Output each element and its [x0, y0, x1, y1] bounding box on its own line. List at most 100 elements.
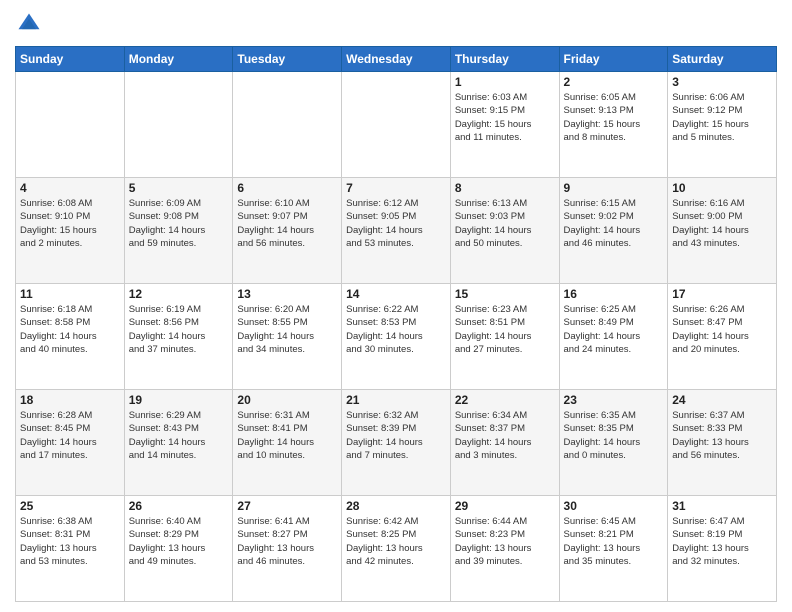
- weekday-header-saturday: Saturday: [668, 47, 777, 72]
- day-cell-14: 14 Sunrise: 6:22 AM Sunset: 8:53 PM Dayli…: [342, 284, 451, 390]
- day-number-23: 23: [564, 393, 664, 407]
- day-number-7: 7: [346, 181, 446, 195]
- day-info-13: Sunrise: 6:20 AM Sunset: 8:55 PM Dayligh…: [237, 303, 337, 356]
- day-cell-26: 26 Sunrise: 6:40 AM Sunset: 8:29 PM Dayli…: [124, 496, 233, 602]
- day-cell-3: 3 Sunrise: 6:06 AM Sunset: 9:12 PM Daylig…: [668, 72, 777, 178]
- day-number-28: 28: [346, 499, 446, 513]
- day-info-8: Sunrise: 6:13 AM Sunset: 9:03 PM Dayligh…: [455, 197, 555, 250]
- day-number-10: 10: [672, 181, 772, 195]
- day-info-30: Sunrise: 6:45 AM Sunset: 8:21 PM Dayligh…: [564, 515, 664, 568]
- day-info-2: Sunrise: 6:05 AM Sunset: 9:13 PM Dayligh…: [564, 91, 664, 144]
- day-cell-23: 23 Sunrise: 6:35 AM Sunset: 8:35 PM Dayli…: [559, 390, 668, 496]
- day-cell-15: 15 Sunrise: 6:23 AM Sunset: 8:51 PM Dayli…: [450, 284, 559, 390]
- day-number-4: 4: [20, 181, 120, 195]
- day-number-21: 21: [346, 393, 446, 407]
- day-info-25: Sunrise: 6:38 AM Sunset: 8:31 PM Dayligh…: [20, 515, 120, 568]
- day-cell-1: 1 Sunrise: 6:03 AM Sunset: 9:15 PM Daylig…: [450, 72, 559, 178]
- day-number-22: 22: [455, 393, 555, 407]
- day-info-27: Sunrise: 6:41 AM Sunset: 8:27 PM Dayligh…: [237, 515, 337, 568]
- day-cell-22: 22 Sunrise: 6:34 AM Sunset: 8:37 PM Dayli…: [450, 390, 559, 496]
- day-cell-11: 11Sunrise: 6:18 AM Sunset: 8:58 PM Dayli…: [16, 284, 125, 390]
- day-number-1: 1: [455, 75, 555, 89]
- day-info-15: Sunrise: 6:23 AM Sunset: 8:51 PM Dayligh…: [455, 303, 555, 356]
- day-cell-10: 10 Sunrise: 6:16 AM Sunset: 9:00 PM Dayli…: [668, 178, 777, 284]
- calendar-table: SundayMondayTuesdayWednesdayThursdayFrid…: [15, 46, 777, 602]
- day-info-10: Sunrise: 6:16 AM Sunset: 9:00 PM Dayligh…: [672, 197, 772, 250]
- day-number-11: 11: [20, 287, 120, 301]
- week-row-2: 4 Sunrise: 6:08 AM Sunset: 9:10 PM Daylig…: [16, 178, 777, 284]
- day-cell-5: 5 Sunrise: 6:09 AM Sunset: 9:08 PM Daylig…: [124, 178, 233, 284]
- weekday-header-sunday: Sunday: [16, 47, 125, 72]
- day-info-26: Sunrise: 6:40 AM Sunset: 8:29 PM Dayligh…: [129, 515, 229, 568]
- day-info-24: Sunrise: 6:37 AM Sunset: 8:33 PM Dayligh…: [672, 409, 772, 462]
- day-number-17: 17: [672, 287, 772, 301]
- day-info-29: Sunrise: 6:44 AM Sunset: 8:23 PM Dayligh…: [455, 515, 555, 568]
- day-number-13: 13: [237, 287, 337, 301]
- weekday-header-wednesday: Wednesday: [342, 47, 451, 72]
- day-number-9: 9: [564, 181, 664, 195]
- day-cell-20: 20Sunrise: 6:31 AM Sunset: 8:41 PM Dayli…: [233, 390, 342, 496]
- day-info-17: Sunrise: 6:26 AM Sunset: 8:47 PM Dayligh…: [672, 303, 772, 356]
- day-info-22: Sunrise: 6:34 AM Sunset: 8:37 PM Dayligh…: [455, 409, 555, 462]
- day-number-16: 16: [564, 287, 664, 301]
- day-number-15: 15: [455, 287, 555, 301]
- day-cell-31: 31Sunrise: 6:47 AM Sunset: 8:19 PM Dayli…: [668, 496, 777, 602]
- day-info-23: Sunrise: 6:35 AM Sunset: 8:35 PM Dayligh…: [564, 409, 664, 462]
- day-cell-29: 29 Sunrise: 6:44 AM Sunset: 8:23 PM Dayli…: [450, 496, 559, 602]
- empty-cell: [16, 72, 125, 178]
- day-number-8: 8: [455, 181, 555, 195]
- day-number-5: 5: [129, 181, 229, 195]
- week-row-5: 25 Sunrise: 6:38 AM Sunset: 8:31 PM Dayli…: [16, 496, 777, 602]
- day-number-30: 30: [564, 499, 664, 513]
- empty-cell: [233, 72, 342, 178]
- day-number-6: 6: [237, 181, 337, 195]
- weekday-header-monday: Monday: [124, 47, 233, 72]
- day-number-3: 3: [672, 75, 772, 89]
- day-cell-6: 6Sunrise: 6:10 AM Sunset: 9:07 PM Daylig…: [233, 178, 342, 284]
- day-number-25: 25: [20, 499, 120, 513]
- day-number-14: 14: [346, 287, 446, 301]
- weekday-header-tuesday: Tuesday: [233, 47, 342, 72]
- day-number-2: 2: [564, 75, 664, 89]
- day-info-1: Sunrise: 6:03 AM Sunset: 9:15 PM Dayligh…: [455, 91, 555, 144]
- day-number-29: 29: [455, 499, 555, 513]
- day-cell-28: 28 Sunrise: 6:42 AM Sunset: 8:25 PM Dayli…: [342, 496, 451, 602]
- weekday-header-row: SundayMondayTuesdayWednesdayThursdayFrid…: [16, 47, 777, 72]
- day-cell-30: 30 Sunrise: 6:45 AM Sunset: 8:21 PM Dayli…: [559, 496, 668, 602]
- day-cell-12: 12 Sunrise: 6:19 AM Sunset: 8:56 PM Dayli…: [124, 284, 233, 390]
- day-info-28: Sunrise: 6:42 AM Sunset: 8:25 PM Dayligh…: [346, 515, 446, 568]
- day-cell-24: 24 Sunrise: 6:37 AM Sunset: 8:33 PM Dayli…: [668, 390, 777, 496]
- day-cell-2: 2 Sunrise: 6:05 AM Sunset: 9:13 PM Daylig…: [559, 72, 668, 178]
- day-cell-27: 27 Sunrise: 6:41 AM Sunset: 8:27 PM Dayli…: [233, 496, 342, 602]
- day-info-3: Sunrise: 6:06 AM Sunset: 9:12 PM Dayligh…: [672, 91, 772, 144]
- logo: [15, 10, 47, 38]
- day-cell-21: 21Sunrise: 6:32 AM Sunset: 8:39 PM Dayli…: [342, 390, 451, 496]
- day-info-14: Sunrise: 6:22 AM Sunset: 8:53 PM Dayligh…: [346, 303, 446, 356]
- weekday-header-friday: Friday: [559, 47, 668, 72]
- day-cell-13: 13 Sunrise: 6:20 AM Sunset: 8:55 PM Dayli…: [233, 284, 342, 390]
- day-number-18: 18: [20, 393, 120, 407]
- day-cell-8: 8 Sunrise: 6:13 AM Sunset: 9:03 PM Daylig…: [450, 178, 559, 284]
- day-info-12: Sunrise: 6:19 AM Sunset: 8:56 PM Dayligh…: [129, 303, 229, 356]
- day-cell-4: 4 Sunrise: 6:08 AM Sunset: 9:10 PM Daylig…: [16, 178, 125, 284]
- day-number-27: 27: [237, 499, 337, 513]
- day-cell-7: 7 Sunrise: 6:12 AM Sunset: 9:05 PM Daylig…: [342, 178, 451, 284]
- page: SundayMondayTuesdayWednesdayThursdayFrid…: [0, 0, 792, 612]
- day-info-18: Sunrise: 6:28 AM Sunset: 8:45 PM Dayligh…: [20, 409, 120, 462]
- day-number-19: 19: [129, 393, 229, 407]
- day-number-31: 31: [672, 499, 772, 513]
- day-number-24: 24: [672, 393, 772, 407]
- day-info-4: Sunrise: 6:08 AM Sunset: 9:10 PM Dayligh…: [20, 197, 120, 250]
- day-number-26: 26: [129, 499, 229, 513]
- empty-cell: [124, 72, 233, 178]
- day-cell-16: 16 Sunrise: 6:25 AM Sunset: 8:49 PM Dayli…: [559, 284, 668, 390]
- day-info-7: Sunrise: 6:12 AM Sunset: 9:05 PM Dayligh…: [346, 197, 446, 250]
- day-info-5: Sunrise: 6:09 AM Sunset: 9:08 PM Dayligh…: [129, 197, 229, 250]
- day-cell-17: 17 Sunrise: 6:26 AM Sunset: 8:47 PM Dayli…: [668, 284, 777, 390]
- empty-cell: [342, 72, 451, 178]
- header: [15, 10, 777, 38]
- day-info-16: Sunrise: 6:25 AM Sunset: 8:49 PM Dayligh…: [564, 303, 664, 356]
- day-cell-19: 19Sunrise: 6:29 AM Sunset: 8:43 PM Dayli…: [124, 390, 233, 496]
- day-number-12: 12: [129, 287, 229, 301]
- day-cell-25: 25 Sunrise: 6:38 AM Sunset: 8:31 PM Dayli…: [16, 496, 125, 602]
